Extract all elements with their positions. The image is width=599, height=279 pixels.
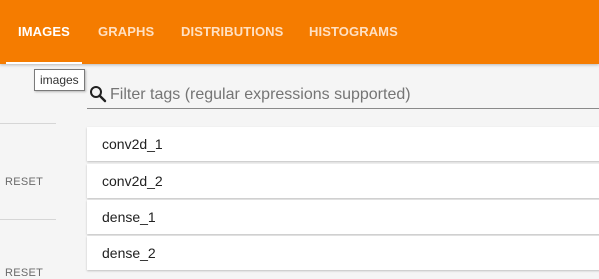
- tab-distributions[interactable]: DISTRIBUTIONS: [181, 0, 283, 64]
- top-navigation-bar: IMAGES GRAPHS DISTRIBUTIONS HISTOGRAMS: [0, 0, 599, 64]
- tab-tooltip: images: [34, 69, 85, 91]
- tag-card[interactable]: conv2d_2: [87, 164, 599, 198]
- tag-label: dense_1: [102, 209, 156, 225]
- sidebar-divider: [0, 219, 56, 220]
- filter-underline: [87, 108, 599, 109]
- search-icon: [89, 85, 107, 103]
- reset-button[interactable]: RESET: [5, 176, 43, 188]
- tag-label: conv2d_2: [102, 173, 163, 189]
- reset-button-second[interactable]: RESET: [5, 267, 43, 279]
- tag-filter-input[interactable]: [110, 84, 590, 106]
- tag-label: dense_2: [102, 245, 156, 261]
- tag-card[interactable]: dense_2: [87, 236, 599, 270]
- tag-card[interactable]: dense_1: [87, 200, 599, 234]
- tag-card[interactable]: conv2d_1: [87, 127, 599, 161]
- tab-graphs[interactable]: GRAPHS: [98, 0, 154, 64]
- active-tab-indicator: [6, 62, 82, 64]
- tab-images[interactable]: IMAGES: [18, 0, 70, 64]
- tag-label: conv2d_1: [102, 136, 163, 152]
- tab-histograms[interactable]: HISTOGRAMS: [309, 0, 398, 64]
- sidebar-divider: [0, 123, 56, 124]
